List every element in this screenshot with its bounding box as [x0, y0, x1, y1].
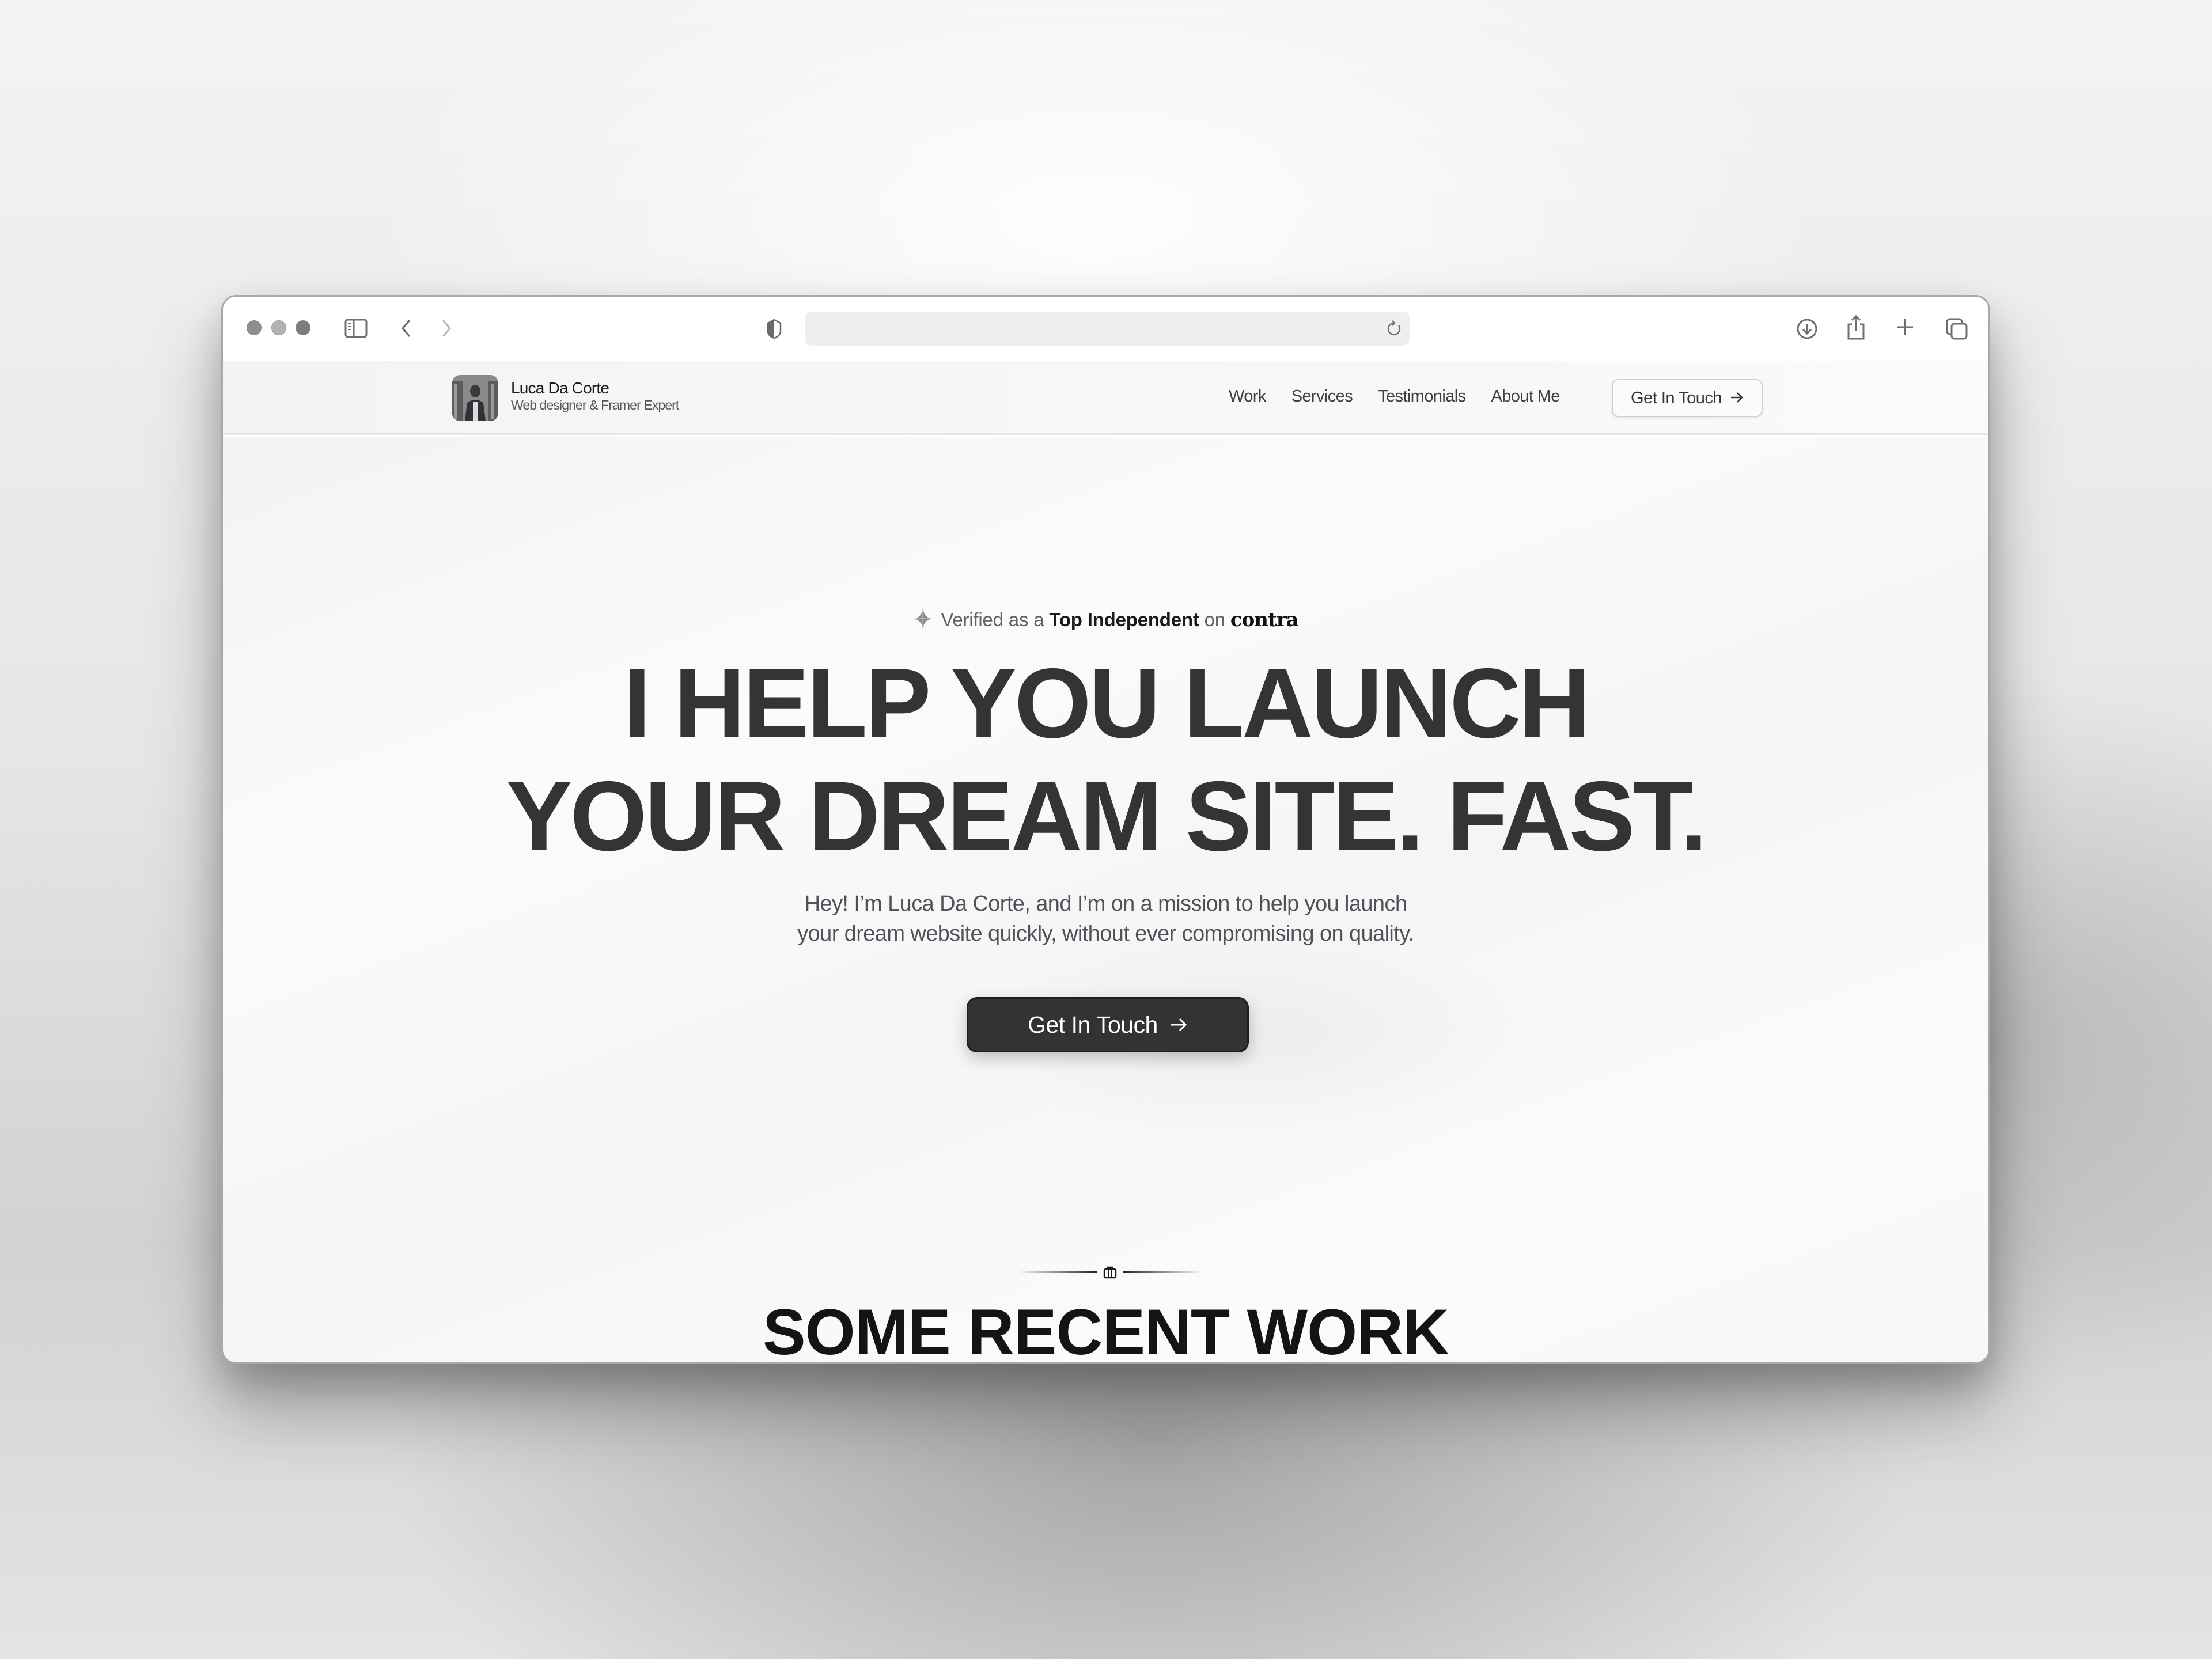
plus-icon[interactable]	[1896, 318, 1914, 336]
hero-headline-line-1: I HELP YOU LAUNCH	[623, 648, 1590, 759]
download-icon[interactable]	[1796, 317, 1819, 340]
hero-section: Verified as a Top Independent on contra …	[223, 437, 1988, 1364]
chevron-right-icon[interactable]	[440, 318, 453, 339]
arrow-right-icon	[1730, 389, 1744, 408]
brand-name[interactable]: Luca Da Corte	[511, 379, 609, 397]
nav-get-in-touch-label: Get In Touch	[1631, 388, 1722, 407]
address-bar[interactable]	[805, 312, 1410, 346]
nav-link-about-me[interactable]: About Me	[1491, 387, 1560, 406]
hero-subtitle-line-2: your dream website quickly, without ever…	[797, 922, 1414, 946]
nav-link-testimonials[interactable]: Testimonials	[1378, 387, 1466, 406]
nav-get-in-touch-button[interactable]: Get In Touch	[1612, 379, 1763, 417]
zoom-window-button[interactable]	[296, 320, 310, 335]
share-icon[interactable]	[1846, 313, 1866, 341]
reload-icon[interactable]	[1385, 320, 1403, 338]
site-header: Luca Da Corte Web designer & Framer Expe…	[223, 361, 1988, 435]
minimize-window-button[interactable]	[271, 320, 286, 335]
close-window-button[interactable]	[247, 320, 262, 335]
divider-line-left	[1018, 1271, 1097, 1273]
badge-connector: on	[1204, 609, 1226, 630]
brand-subtitle: Web designer & Framer Expert	[511, 397, 679, 412]
badge-prefix: Verified as a	[941, 609, 1044, 630]
hero-headline-line-2: YOUR DREAM SITE. FAST.	[506, 761, 1707, 872]
hero-get-in-touch-label: Get In Touch	[1028, 1011, 1158, 1038]
nav-links: Work Services Testimonials About Me	[1229, 387, 1560, 406]
hero-subtitle-line-1: Hey! I’m Luca Da Corte, and I’m on a mis…	[804, 892, 1407, 916]
hero-get-in-touch-button[interactable]: Get In Touch	[967, 997, 1249, 1052]
hero-headline: I HELP YOU LAUNCH YOUR DREAM SITE. FAST.	[223, 647, 1988, 873]
hero-subtitle: Hey! I’m Luca Da Corte, and I’m on a mis…	[223, 889, 1988, 949]
divider-line-right	[1123, 1271, 1202, 1273]
tabs-overview-icon[interactable]	[1945, 317, 1968, 340]
browser-window: Luca Da Corte Web designer & Framer Expe…	[221, 295, 1990, 1364]
arrow-right-icon	[1169, 1012, 1188, 1039]
section-divider	[1018, 1266, 1202, 1279]
sparkle-icon	[913, 608, 933, 634]
shield-icon[interactable]	[766, 319, 783, 339]
verified-badge: Verified as a Top Independent on contra	[223, 608, 1988, 634]
contra-logo[interactable]: contra	[1230, 608, 1299, 631]
badge-highlight: Top Independent	[1049, 609, 1199, 630]
browser-toolbar	[223, 297, 1988, 361]
sidebar-icon[interactable]	[344, 318, 368, 339]
nav-link-work[interactable]: Work	[1229, 387, 1266, 406]
briefcase-icon	[1103, 1266, 1117, 1282]
chevron-left-icon[interactable]	[399, 318, 413, 339]
nav-link-services[interactable]: Services	[1291, 387, 1353, 406]
recent-work-title: SOME RECENT WORK	[762, 1296, 1449, 1364]
avatar[interactable]	[452, 375, 498, 421]
